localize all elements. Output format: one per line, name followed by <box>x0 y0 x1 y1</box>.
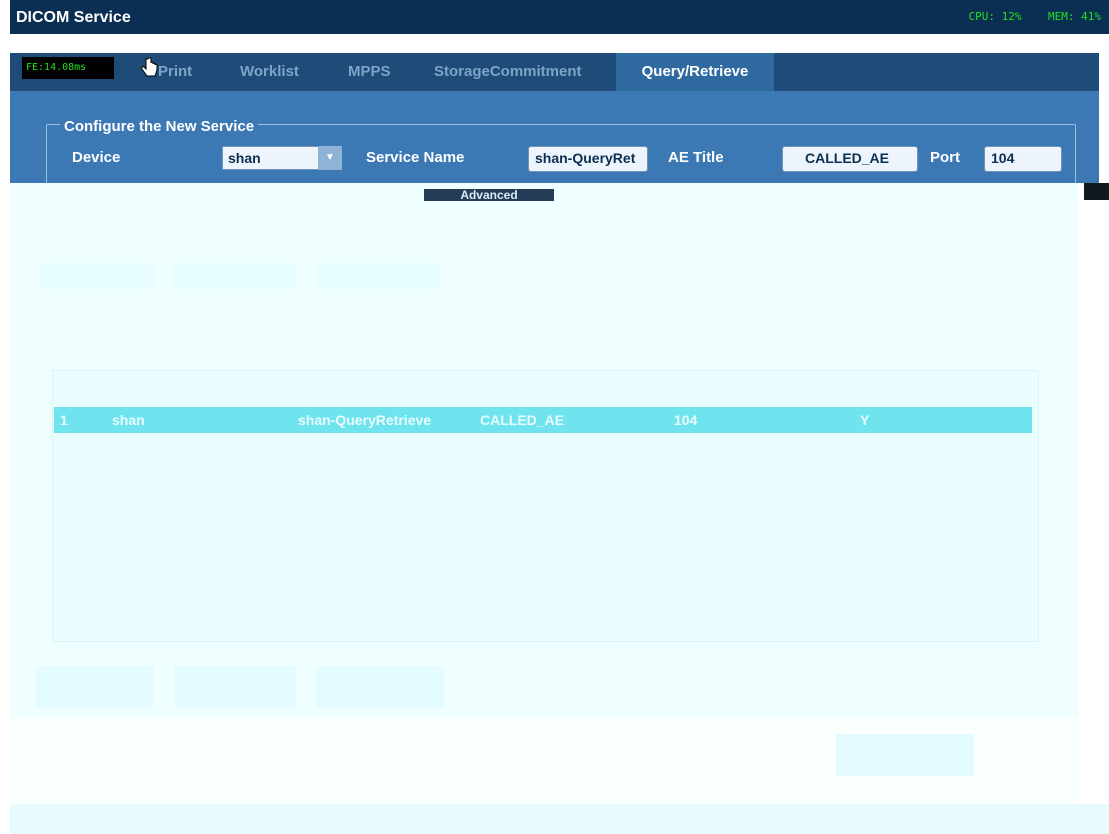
tab-print[interactable]: Print <box>158 53 192 91</box>
row-index: 1 <box>60 412 68 428</box>
port-input[interactable]: 104 <box>984 146 1062 172</box>
device-label: Device <box>72 149 121 166</box>
row-default: Y <box>860 412 870 428</box>
row-device: shan <box>112 412 145 428</box>
mem-readout: MEM: 41% <box>1048 10 1101 23</box>
row-service-name: shan-QueryRetrieve <box>298 412 432 428</box>
service-name-label: Service Name <box>366 149 465 166</box>
faint-button[interactable] <box>174 666 296 708</box>
faint-tab <box>316 263 440 289</box>
tab-query-retrieve[interactable]: Query/Retrieve <box>616 53 774 91</box>
device-select-value: shan <box>228 150 261 166</box>
tab-worklist[interactable]: Worklist <box>240 53 299 91</box>
faint-button[interactable] <box>316 666 444 708</box>
faint-tab <box>40 263 156 289</box>
row-port: 104 <box>674 412 698 428</box>
cpu-readout: CPU: 12% <box>968 10 1022 23</box>
tab-storage-commitment[interactable]: StorageCommitment <box>434 53 582 91</box>
faint-tab <box>172 263 296 289</box>
title-bar <box>10 0 1109 34</box>
bottom-strip <box>10 804 1109 834</box>
chevron-down-icon[interactable]: ▼ <box>318 146 342 170</box>
row-ae-title: CALLED_AE <box>480 412 565 428</box>
ae-title-input[interactable]: CALLED_AE <box>782 146 918 172</box>
tab-mpps[interactable]: MPPS <box>348 53 391 91</box>
advanced-button[interactable]: Advanced <box>424 189 554 201</box>
port-label: Port <box>930 149 960 166</box>
hand-pointer-icon <box>141 57 158 77</box>
ok-button[interactable] <box>836 734 974 776</box>
status-readout: CPU: 12% MEM: 41% <box>969 10 1101 23</box>
faint-button[interactable] <box>36 666 154 708</box>
ae-title-label: AE Title <box>668 149 724 166</box>
window-title: DICOM Service <box>16 9 131 26</box>
frame-time-readout: FE:14.08ms <box>22 57 114 79</box>
config-group-legend: Configure the New Service <box>60 118 259 135</box>
service-name-input[interactable]: shan-QueryRet <box>528 146 648 172</box>
